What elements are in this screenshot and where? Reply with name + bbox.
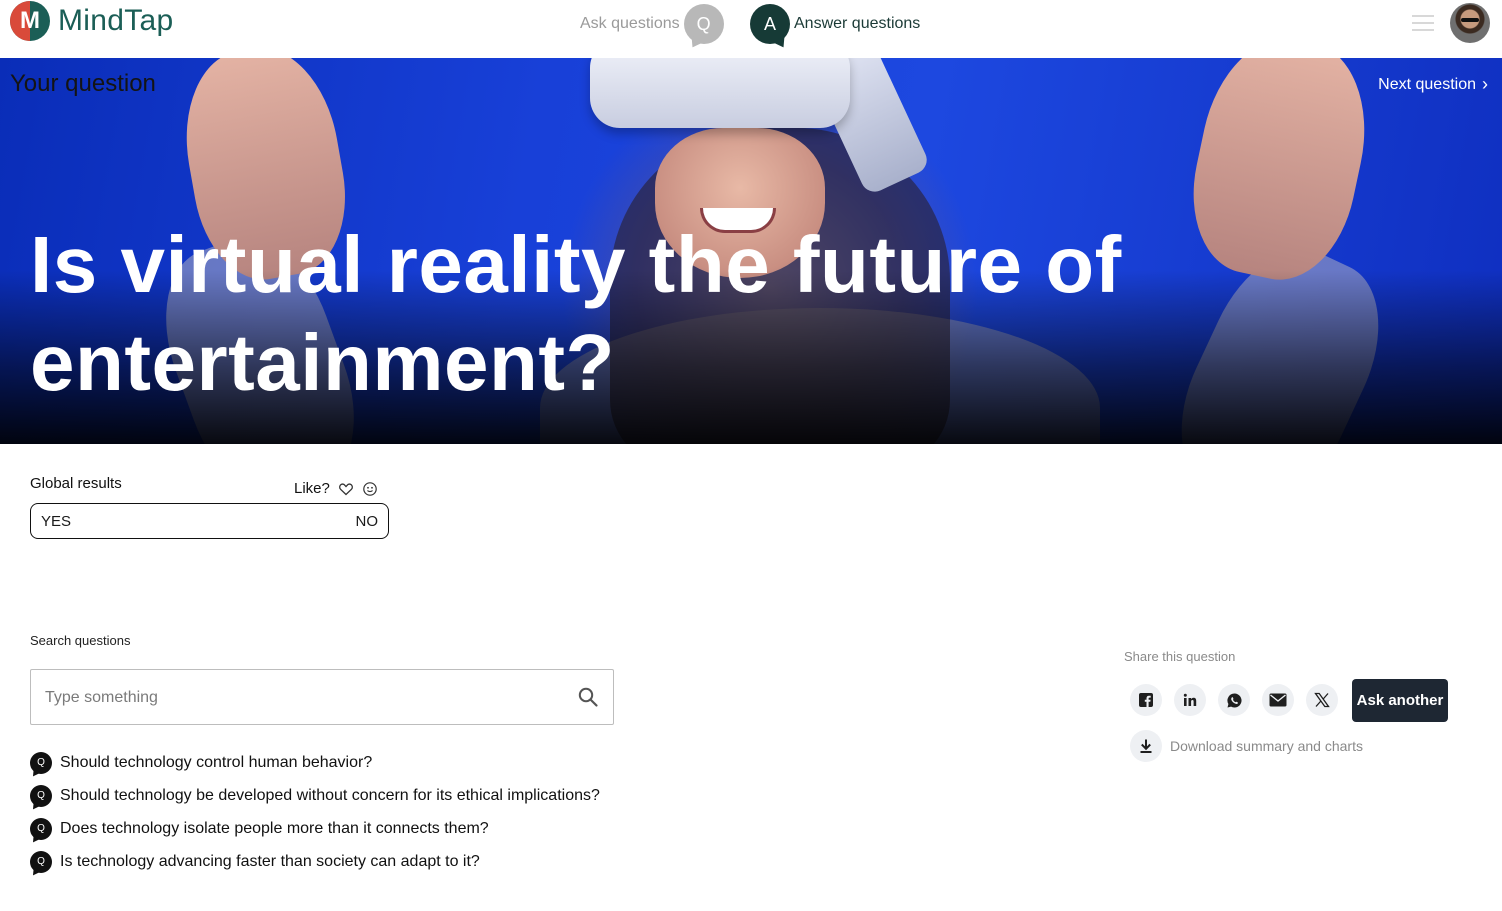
question-title: Is virtual reality the future of enterta… <box>30 220 1122 407</box>
search-questions-label: Search questions <box>30 633 131 648</box>
answer-bubble-icon: A <box>750 4 790 51</box>
ask-another-button[interactable]: Ask another <box>1352 679 1448 722</box>
ask-badge-letter: Q <box>696 13 711 34</box>
hero-banner: Your question Next question › Is virtual… <box>0 58 1502 444</box>
logo-text: MindTap <box>58 4 174 37</box>
heart-icon[interactable] <box>338 481 354 497</box>
download-label: Download summary and charts <box>1170 738 1363 754</box>
answer-questions-link[interactable]: A Answer questions <box>750 4 921 51</box>
next-question-link[interactable]: Next question › <box>1378 74 1488 95</box>
question-text: Does technology isolate people more than… <box>60 819 489 837</box>
global-results-label: Global results <box>30 475 122 492</box>
question-bubble-icon: Q <box>29 817 52 845</box>
list-item[interactable]: Q Should technology control human behavi… <box>29 746 600 779</box>
search-icon[interactable] <box>577 686 599 708</box>
search-box <box>30 669 614 725</box>
like-group: Like? <box>294 480 378 497</box>
x-icon[interactable] <box>1306 684 1338 716</box>
yes-no-results-bar[interactable]: YES NO <box>30 503 389 539</box>
yes-label: YES <box>41 513 72 530</box>
list-item[interactable]: Q Should technology be developed without… <box>29 779 600 812</box>
logo[interactable]: M MindTap <box>10 1 174 41</box>
download-icon <box>1130 730 1162 762</box>
next-question-label: Next question <box>1378 75 1476 93</box>
ask-bubble-icon: Q <box>683 4 724 51</box>
download-summary-link[interactable]: Download summary and charts <box>1130 730 1363 762</box>
no-label: NO <box>355 513 379 530</box>
logo-mark-icon: M <box>10 1 50 41</box>
question-bubble-icon: Q <box>29 784 52 812</box>
whatsapp-icon[interactable] <box>1218 684 1250 716</box>
answer-questions-label: Answer questions <box>794 15 921 32</box>
email-icon[interactable] <box>1262 684 1294 716</box>
search-input[interactable] <box>43 684 567 712</box>
question-bubble-icon: Q <box>29 751 52 779</box>
your-question-label: Your question <box>10 70 156 97</box>
question-bubble-icon: Q <box>29 850 52 878</box>
chevron-right-icon: › <box>1482 74 1488 94</box>
question-text: Should technology control human behavior… <box>60 753 373 771</box>
smiley-icon[interactable] <box>362 481 378 497</box>
ask-questions-label: Ask questions <box>580 15 680 32</box>
question-text: Is technology advancing faster than soci… <box>60 852 480 870</box>
linkedin-icon[interactable] <box>1174 684 1206 716</box>
list-item[interactable]: Q Does technology isolate people more th… <box>29 812 600 845</box>
menu-icon[interactable] <box>1412 15 1434 31</box>
question-text: Should technology be developed without c… <box>60 786 600 804</box>
logo-letter: M <box>20 7 40 34</box>
question-list: Q Should technology control human behavi… <box>29 746 600 878</box>
facebook-icon[interactable] <box>1130 684 1162 716</box>
answer-badge-letter: A <box>763 13 776 34</box>
top-bar: M MindTap Ask questions Q A Answer quest… <box>0 0 1502 58</box>
list-item[interactable]: Q Is technology advancing faster than so… <box>29 845 600 878</box>
ask-questions-link[interactable]: Ask questions Q <box>580 4 724 51</box>
share-buttons <box>1130 684 1350 716</box>
avatar[interactable] <box>1450 3 1490 43</box>
share-label: Share this question <box>1124 649 1236 664</box>
like-label: Like? <box>294 480 330 497</box>
